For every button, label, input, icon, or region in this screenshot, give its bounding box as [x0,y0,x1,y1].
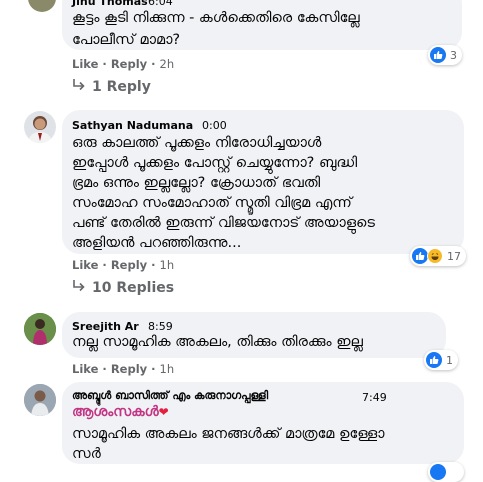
heart-icon: ❤ [158,405,169,419]
comment-text-line: പോലീസ് മാമാ? [72,32,181,48]
comment-text-line: നല്ല സാമൂഹിക അകലം, തിക്കും തിരക്കും ഇല്ല [72,334,363,350]
comment-age: 2h [159,57,175,71]
replies-label[interactable]: 1 Reply [92,79,151,95]
comment-time: 0:00 [202,119,227,132]
replies-label[interactable]: 10 Replies [92,280,174,296]
comment-text-line: ഭ്രമം ഒന്നും ഇല്ലല്ലോ? ക്രോധാത് ഭവതി [72,175,321,191]
reaction-summary[interactable] [428,462,464,482]
reaction-count: 17 [447,249,461,263]
comment-text-line: കൂട്ടം കൂടി നിക്കുന്ന - കൾക്കെതിരെ കേസില… [72,10,360,26]
like-reaction-icon [426,352,442,368]
avatar[interactable] [24,111,56,143]
view-replies-link[interactable]: 1 Reply [72,79,151,95]
comment-time: 7:49 [362,391,387,404]
comment-age: 1h [159,258,175,272]
reply-link[interactable]: Reply [111,258,147,272]
reaction-summary[interactable]: 1 [424,350,458,370]
like-link[interactable]: Like [72,258,98,272]
comment-actions: Like · Reply · 1h [72,258,175,272]
comment-actions: Like · Reply · 2h [72,57,175,71]
like-link[interactable]: Like [72,362,98,376]
avatar[interactable] [24,313,56,345]
reply-link[interactable]: Reply [111,362,147,376]
reaction-count: 1 [446,353,453,367]
comment-text-line: സംമോഹ സംമോഹാത് സ്മൃതി വിഭ്രമ എന്ന് [72,195,352,211]
comment-text-line: അളിയൻ പറഞ്ഞിരുന്നു... [72,235,242,251]
comment-text-line: ഒരു കാലത്ത് പൂക്കളം നിരോധിച്ചയാൾ [72,135,322,151]
reply-link[interactable]: Reply [111,57,147,71]
like-reaction-icon [430,47,446,63]
view-replies-link[interactable]: 10 Replies [72,280,174,296]
reaction-summary[interactable]: 17 [410,246,466,266]
comment-age: 1h [159,362,175,376]
comment-text-line: സാമൂഹിക അകലം ജനങ്ങൾക്ക് മാത്രമേ ഉള്ളോ [72,426,385,442]
reaction-summary[interactable]: 3 [428,45,462,65]
comment-author[interactable]: അബ്ദുൾ ബാസിത്ത് എം കരുനാഗപ്പള്ളി [72,389,268,403]
greeting-text: ആശംസകൾ❤ [72,404,169,420]
reaction-count: 3 [450,48,457,62]
comment-text-line: പണ്ട് തേരിൽ ഇരുന്ന് വിജയനോട് അയാളുടെ [72,215,375,231]
like-reaction-icon [412,248,428,264]
avatar[interactable] [28,0,56,12]
greeting-label: ആശംസകൾ [72,404,159,420]
like-link[interactable]: Like [72,57,98,71]
reply-arrow-icon [73,280,85,292]
comment-actions: Like · Reply · 1h [72,362,175,376]
avatar[interactable] [24,384,56,416]
comment-text-line: സർ [72,446,101,462]
like-reaction-icon [430,464,446,480]
reply-arrow-icon [73,79,85,91]
comment-author[interactable]: Sathyan Nadumana [72,119,193,132]
haha-reaction-icon [427,248,443,264]
comment-text-line: ഇപ്പോൾ പൂക്കളം പോസ്റ്റ് ചെയ്യുന്നോ? ബുദ്… [72,155,358,171]
